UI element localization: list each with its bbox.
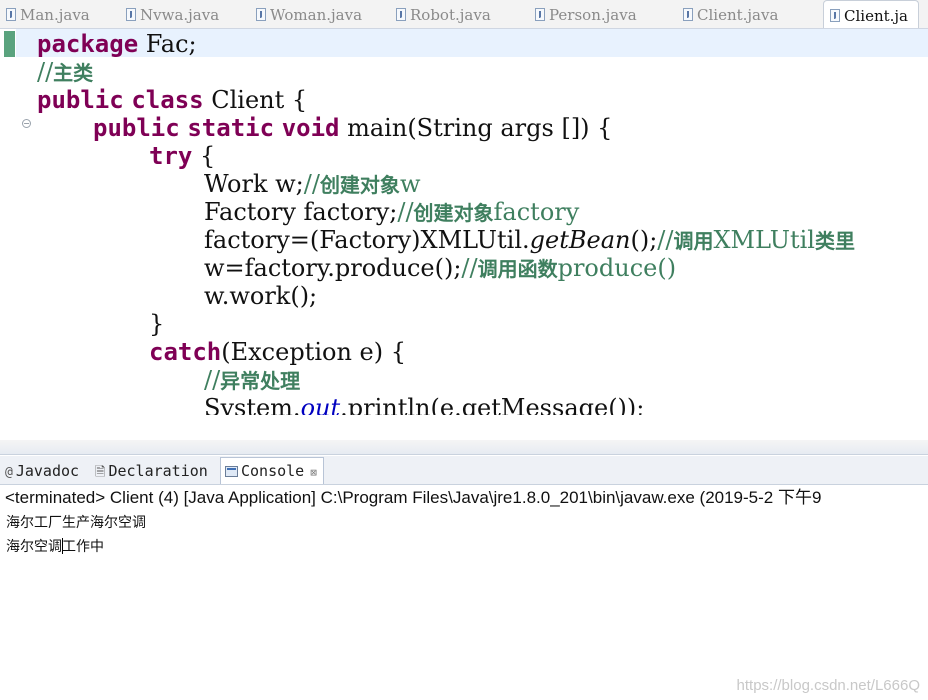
java-file-icon [535,8,545,21]
java-file-icon [256,8,266,21]
code-line: public class Client { [37,86,308,114]
code-line: factory=(Factory)XMLUtil.getBean();//调用X… [204,226,855,254]
editor-gutter [0,29,16,415]
code-line: package Fac; [37,30,197,58]
tab-console[interactable]: Console ⊠ [220,457,324,484]
console-line: 海尔空调工作中 [6,538,104,555]
close-icon[interactable]: ⊠ [310,466,317,479]
code-line: w.work(); [204,282,318,310]
view-tab-bar: @ Javadoc 🗎 Declaration Console ⊠ [0,456,928,485]
code-line: w=factory.produce();//调用函数produce() [204,254,677,282]
tab-declaration[interactable]: 🗎 Declaration [95,458,208,484]
java-file-icon [396,8,406,21]
tab-man-java[interactable]: Man.java [6,0,90,28]
console-icon [225,466,238,477]
code-line: //异常处理 [204,366,301,394]
java-file-icon [6,8,16,21]
tab-nvwa-java[interactable]: Nvwa.java [126,0,219,28]
code-line: Factory factory;//创建对象factory [204,198,580,226]
tab-woman-java[interactable]: Woman.java [256,0,362,28]
console-output[interactable]: <terminated> Client (4) [Java Applicatio… [0,485,928,700]
code-line: System.out.println(e.getMessage()); [204,394,645,415]
editor-bottom-border [0,440,928,455]
tab-javadoc[interactable]: @ Javadoc [5,458,79,484]
code-line: public static void main(String args []) … [93,114,613,142]
java-file-icon [126,8,136,21]
watermark: https://blog.csdn.net/L666Q [736,677,920,694]
java-file-icon [683,8,693,21]
code-line: catch(Exception e) { [149,338,406,366]
tab-robot-java[interactable]: Robot.java [396,0,491,28]
code-line: Work w;//创建对象w [204,170,421,198]
code-line: } [149,310,165,338]
declaration-icon: 🗎 [95,465,106,480]
code-line: try { [149,142,216,170]
tab-person-java[interactable]: Person.java [535,0,637,28]
code-editor[interactable]: − package Fac; //主类 public class Client … [0,29,928,415]
java-file-icon [830,9,840,22]
editor-tab-bar: Man.java Nvwa.java Woman.java Robot.java… [0,0,928,29]
javadoc-icon: @ [5,465,13,480]
quick-diff-marker [4,31,15,57]
fold-collapse-icon[interactable]: − [22,119,31,128]
code-line: //主类 [37,58,94,86]
console-line: 海尔工厂生产海尔空调 [6,515,146,531]
tab-client-java[interactable]: Client.java [683,0,778,28]
tab-client-java-active[interactable]: Client.ja [823,0,919,28]
console-status-line: <terminated> Client (4) [Java Applicatio… [5,488,822,507]
